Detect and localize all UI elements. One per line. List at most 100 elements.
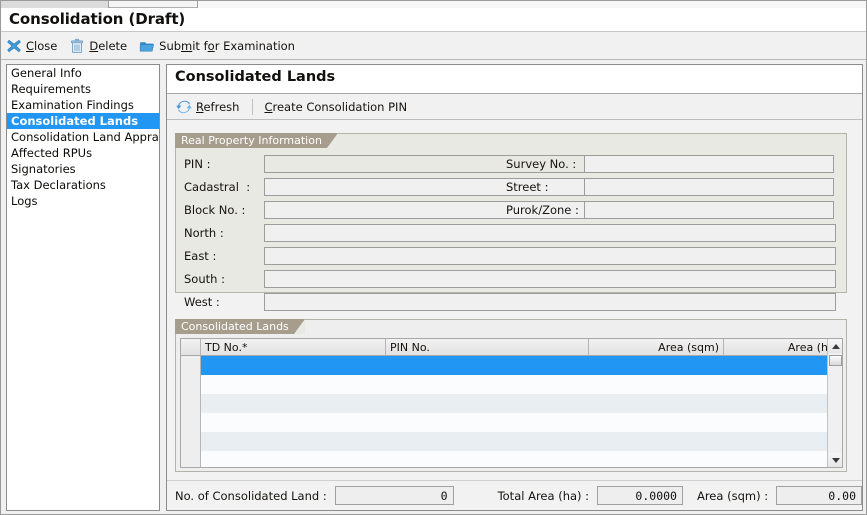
real-property-information-legend: Real Property Information bbox=[175, 133, 338, 148]
sidebar-item-requirements[interactable]: Requirements bbox=[7, 81, 159, 97]
tab-area-stub bbox=[197, 1, 866, 8]
area-sqm-label: Area (sqm) : bbox=[696, 488, 769, 503]
table-row[interactable] bbox=[181, 451, 829, 467]
row-handle[interactable] bbox=[181, 451, 201, 467]
submit-for-examination-label: Submit for Examination bbox=[159, 38, 295, 53]
trash-icon bbox=[69, 38, 85, 54]
row-cells bbox=[201, 413, 829, 432]
scroll-down-button[interactable] bbox=[828, 453, 842, 467]
field-row-street: Street : bbox=[506, 178, 842, 196]
toolbar-divider bbox=[252, 98, 254, 115]
survey-no-label: Survey No. : bbox=[506, 157, 577, 171]
row-cells bbox=[201, 394, 829, 413]
refresh-icon bbox=[176, 99, 192, 115]
total-area-ha-value: 0.0000 bbox=[597, 486, 683, 505]
window-tab-strip bbox=[1, 1, 866, 8]
row-cells bbox=[201, 375, 829, 394]
north-input[interactable] bbox=[264, 224, 836, 242]
grid-header-pin-no[interactable]: PIN No. bbox=[386, 339, 589, 355]
west-label: West : bbox=[184, 295, 220, 309]
field-row-west: West : bbox=[184, 293, 844, 311]
table-row[interactable] bbox=[181, 413, 829, 432]
application-window: Consolidation (Draft) Close Delete Submi… bbox=[0, 0, 867, 515]
total-area-ha-label: Total Area (ha) : bbox=[497, 488, 590, 503]
grid-header-area-ha[interactable]: Area (ha) bbox=[724, 339, 842, 355]
field-row-north: North : bbox=[184, 224, 844, 242]
table-row[interactable] bbox=[181, 432, 829, 451]
row-handle[interactable] bbox=[181, 375, 201, 394]
delete-button[interactable]: Delete bbox=[64, 34, 134, 58]
create-consolidation-pin-button[interactable]: Create Consolidation PIN bbox=[259, 95, 414, 119]
east-label: East : bbox=[184, 249, 217, 263]
chevron-up-icon bbox=[831, 343, 840, 349]
submit-for-examination-button[interactable]: Submit for Examination bbox=[134, 34, 302, 58]
chevron-down-icon bbox=[831, 457, 840, 463]
pin-label: PIN : bbox=[184, 157, 211, 171]
west-input[interactable] bbox=[264, 293, 836, 311]
sidebar-item-consolidation-land-appraisal[interactable]: Consolidation Land Appraisal bbox=[7, 129, 159, 145]
row-handle[interactable] bbox=[181, 432, 201, 451]
delete-button-label: Delete bbox=[89, 38, 128, 53]
grid-body bbox=[181, 356, 829, 467]
cadastral-label: Cadastral : bbox=[184, 180, 251, 194]
navigation-sidebar[interactable]: General Info Requirements Examination Fi… bbox=[6, 64, 160, 511]
area-sqm-value: 0.00 bbox=[776, 486, 862, 505]
grid-header-area-sqm[interactable]: Area (sqm) bbox=[589, 339, 724, 355]
field-row-south: South : bbox=[184, 270, 844, 288]
window-titlebar: Consolidation (Draft) bbox=[1, 8, 866, 32]
scroll-up-button[interactable] bbox=[828, 339, 842, 353]
row-cells bbox=[201, 451, 829, 467]
scroll-thumb[interactable] bbox=[829, 355, 842, 366]
close-x-icon bbox=[6, 38, 22, 54]
row-handle[interactable] bbox=[181, 394, 201, 413]
row-handle[interactable] bbox=[181, 413, 201, 432]
street-label: Street : bbox=[506, 180, 549, 194]
totals-footer: No. of Consolidated Land : 0 Total Area … bbox=[167, 480, 862, 510]
sidebar-item-signatories[interactable]: Signatories bbox=[7, 161, 159, 177]
south-input[interactable] bbox=[264, 270, 836, 288]
grid-vertical-scrollbar[interactable] bbox=[827, 339, 842, 467]
sidebar-item-logs[interactable]: Logs bbox=[7, 193, 159, 209]
table-row[interactable] bbox=[181, 375, 829, 394]
main-content-panel: Consolidated Lands Refresh Create Consol… bbox=[166, 64, 863, 511]
survey-no-input[interactable] bbox=[584, 155, 834, 173]
table-row[interactable] bbox=[181, 356, 829, 375]
sidebar-item-consolidated-lands[interactable]: Consolidated Lands bbox=[7, 113, 159, 129]
refresh-button[interactable]: Refresh bbox=[171, 95, 246, 119]
create-consolidation-pin-label: Create Consolidation PIN bbox=[264, 99, 408, 114]
sidebar-item-examination-findings[interactable]: Examination Findings bbox=[7, 97, 159, 113]
grid-header-row: TD No.* PIN No. Area (sqm) Area (ha) bbox=[181, 339, 842, 356]
purok-zone-label: Purok/Zone : bbox=[506, 203, 579, 217]
consolidated-lands-legend: Consolidated Lands bbox=[175, 319, 305, 334]
field-row-survey-no: Survey No. : bbox=[506, 155, 842, 173]
real-property-information-group: Real Property Information PIN : Cadastra… bbox=[175, 133, 847, 311]
count-value: 0 bbox=[334, 486, 454, 505]
page-title: Consolidation (Draft) bbox=[9, 10, 186, 28]
tab-active-stub[interactable] bbox=[1, 1, 109, 8]
close-button[interactable]: Close bbox=[1, 34, 64, 58]
row-handle[interactable] bbox=[181, 356, 201, 375]
purok-zone-input[interactable] bbox=[584, 201, 834, 219]
field-row-purok-zone: Purok/Zone : bbox=[506, 201, 842, 219]
close-button-label: Close bbox=[26, 38, 58, 53]
street-input[interactable] bbox=[584, 178, 834, 196]
row-cells bbox=[201, 432, 829, 451]
grid-header-td-no[interactable]: TD No.* bbox=[201, 339, 386, 355]
content-heading: Consolidated Lands bbox=[175, 69, 336, 85]
consolidated-lands-grid[interactable]: TD No.* PIN No. Area (sqm) Area (ha) bbox=[180, 338, 843, 468]
refresh-button-label: Refresh bbox=[196, 99, 240, 114]
folder-icon bbox=[139, 38, 155, 54]
content-header: Consolidated Lands bbox=[167, 65, 862, 94]
east-input[interactable] bbox=[264, 247, 836, 265]
grid-header-rowhandle bbox=[181, 339, 201, 355]
north-label: North : bbox=[184, 226, 224, 240]
sidebar-item-tax-declarations[interactable]: Tax Declarations bbox=[7, 177, 159, 193]
table-row[interactable] bbox=[181, 394, 829, 413]
consolidated-lands-group: Consolidated Lands TD No.* PIN No. Area … bbox=[175, 319, 847, 472]
row-cells bbox=[201, 356, 829, 375]
south-label: South : bbox=[184, 272, 225, 286]
sidebar-item-general-info[interactable]: General Info bbox=[7, 65, 159, 81]
main-toolbar: Close Delete Submit for Examination bbox=[1, 32, 866, 60]
block-no-label: Block No. : bbox=[184, 203, 246, 217]
sidebar-item-affected-rpus[interactable]: Affected RPUs bbox=[7, 145, 159, 161]
